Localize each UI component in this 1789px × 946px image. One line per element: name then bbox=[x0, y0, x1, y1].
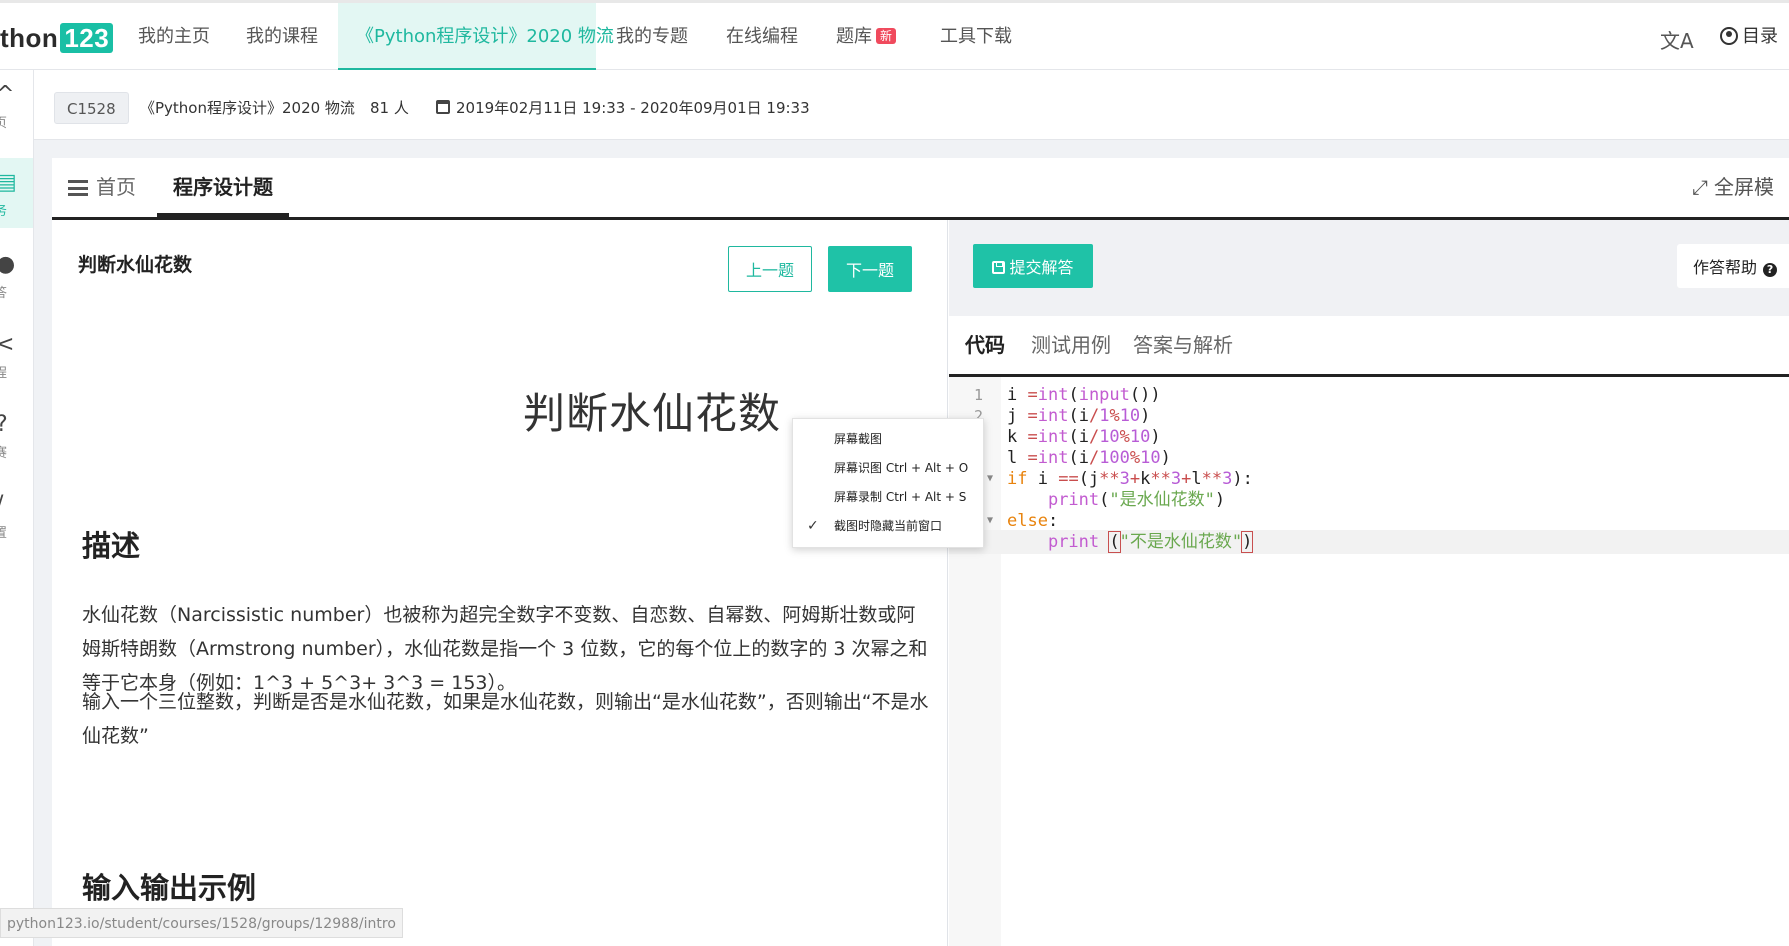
sidebar-item-qa[interactable]: ●答 bbox=[0, 240, 33, 310]
description-paragraph-2: 输入一个三位整数，判断是否是水仙花数，如果是水仙花数，则输出“是水仙花数”，否则… bbox=[82, 691, 929, 747]
sidebar-item-course[interactable]: <程 bbox=[0, 320, 33, 390]
nav-current-course[interactable]: 《Python程序设计》2020 物流 bbox=[338, 3, 614, 70]
tab-programming[interactable]: 程序设计题 bbox=[157, 158, 289, 217]
sidebar-label: 赛 bbox=[0, 442, 7, 461]
calendar-icon bbox=[436, 100, 450, 114]
code-text: print ("不是水仙花数") bbox=[1047, 531, 1254, 553]
tab-test-cases[interactable]: 测试用例 bbox=[1015, 316, 1127, 374]
list-icon bbox=[68, 180, 88, 196]
check-icon: ✓ bbox=[807, 518, 819, 534]
nav-tool-download[interactable]: 工具下载 bbox=[922, 3, 1030, 70]
prev-question-button[interactable]: 上一题 bbox=[728, 246, 812, 292]
sidebar-label: 置 bbox=[0, 522, 7, 541]
code-editor[interactable]: 1i =int(input()) 2j =int(i/1%10) 3k =int… bbox=[949, 377, 1789, 946]
fullscreen-label: 全屏模 bbox=[1714, 175, 1774, 199]
question-panel: 判断水仙花数 上一题 下一题 判断水仙花数 描述 水仙花数（Narcissist… bbox=[52, 220, 948, 946]
code-tabs: 代码 测试用例 答案与解析 bbox=[949, 316, 1789, 377]
main-card: 首页 程序设计题 ⤢ 全屏模 判断水仙花数 上一题 下一题 判断水仙花数 描述 水… bbox=[52, 158, 1789, 946]
io-example-heading: 输入输出示例 bbox=[82, 871, 257, 905]
course-name: 《Python程序设计》2020 物流 bbox=[140, 99, 355, 117]
ctx-hide-window[interactable]: ✓ 截图时隐藏当前窗口 bbox=[793, 512, 985, 540]
question-title: 判断水仙花数 bbox=[78, 254, 193, 276]
submit-answer-button[interactable]: 提交解答 bbox=[973, 244, 1093, 288]
logo-text: thon bbox=[0, 23, 59, 53]
course-member-count: 81 人 bbox=[370, 99, 409, 117]
course-period-text: 2019年02月11日 19:33 - 2020年09月01日 19:33 bbox=[456, 99, 810, 117]
course-period: 2019年02月11日 19:33 - 2020年09月01日 19:33 bbox=[436, 92, 810, 124]
ctx-hide-window-label: 截图时隐藏当前窗口 bbox=[834, 519, 943, 533]
sidebar-glyph: / bbox=[0, 492, 3, 517]
tab-answer-analysis[interactable]: 答案与解析 bbox=[1117, 316, 1249, 374]
sidebar-label: 程 bbox=[0, 362, 7, 381]
code-panel: 提交解答 作答帮助? 代码 测试用例 答案与解析 1i =int(input()… bbox=[949, 220, 1789, 946]
logo-badge: 123 bbox=[60, 23, 114, 53]
sidebar-glyph: ▤ bbox=[0, 170, 17, 195]
course-code-badge: C1528 bbox=[54, 92, 129, 124]
nav-my-topics[interactable]: 我的专题 bbox=[598, 3, 706, 70]
sidebar-label: 务 bbox=[0, 200, 7, 219]
user-icon bbox=[1720, 27, 1738, 45]
question-circle-icon: ? bbox=[1763, 263, 1778, 277]
left-sidebar: ^页 ▤务 ●答 <程 ?赛 /置 bbox=[0, 70, 34, 946]
nav-my-courses[interactable]: 我的课程 bbox=[228, 3, 336, 70]
sidebar-item-tasks[interactable]: ▤务 bbox=[0, 158, 33, 228]
nav-question-bank[interactable]: 题库新 bbox=[818, 3, 914, 70]
sidebar-item-home[interactable]: ^页 bbox=[0, 70, 33, 140]
sidebar-glyph: ● bbox=[0, 252, 15, 277]
user-label: 目录 bbox=[1742, 26, 1778, 47]
submit-label: 提交解答 bbox=[1009, 258, 1074, 277]
ctx-screenshot[interactable]: 屏幕截图 bbox=[793, 425, 985, 453]
tab-home[interactable]: 首页 bbox=[52, 158, 152, 217]
sidebar-label: 答 bbox=[0, 282, 7, 301]
nav-question-bank-label: 题库 bbox=[836, 26, 872, 47]
help-label: 作答帮助 bbox=[1693, 258, 1758, 277]
sidebar-glyph: < bbox=[0, 332, 14, 357]
sidebar-item-settings[interactable]: /置 bbox=[0, 480, 33, 550]
translate-icon[interactable]: 文A bbox=[1660, 25, 1694, 54]
status-url: python123.io/student/courses/1528/groups… bbox=[0, 908, 403, 938]
code-line-current: 8 print ("不是水仙花数") bbox=[949, 530, 1789, 554]
course-info-bar: C1528 《Python程序设计》2020 物流 81 人 2019年02月1… bbox=[34, 70, 1789, 140]
logo[interactable]: thon 123 bbox=[0, 23, 114, 54]
tab-code[interactable]: 代码 bbox=[949, 316, 1021, 374]
ctx-screen-record[interactable]: 屏幕录制 Ctrl + Alt + S bbox=[793, 483, 985, 511]
new-badge: 新 bbox=[876, 28, 897, 44]
sidebar-item-contest[interactable]: ?赛 bbox=[0, 400, 33, 470]
tab-home-label: 首页 bbox=[96, 175, 136, 199]
content-tabs: 首页 程序设计题 ⤢ 全屏模 bbox=[52, 158, 1789, 220]
sidebar-glyph: ? bbox=[0, 412, 8, 437]
description-heading: 描述 bbox=[82, 529, 141, 563]
sidebar-glyph: ^ bbox=[0, 82, 14, 107]
nav-online-coding[interactable]: 在线编程 bbox=[708, 3, 816, 70]
user-menu[interactable]: 目录 bbox=[1720, 3, 1778, 70]
top-navbar: thon 123 我的主页 我的课程 《Python程序设计》2020 物流 我的… bbox=[0, 0, 1789, 70]
save-icon bbox=[992, 261, 1006, 274]
ctx-screen-recognize[interactable]: 屏幕识图 Ctrl + Alt + O bbox=[793, 454, 985, 482]
expand-icon: ⤢ bbox=[1692, 175, 1708, 199]
code-toolbar: 提交解答 作答帮助? bbox=[949, 220, 1789, 316]
next-question-button[interactable]: 下一题 bbox=[828, 246, 912, 292]
answer-help-button[interactable]: 作答帮助? bbox=[1677, 244, 1789, 288]
sidebar-label: 页 bbox=[0, 112, 7, 131]
nav-my-home[interactable]: 我的主页 bbox=[120, 3, 228, 70]
fullscreen-button[interactable]: ⤢ 全屏模 bbox=[1692, 158, 1774, 217]
context-menu: 屏幕截图 屏幕识图 Ctrl + Alt + O 屏幕录制 Ctrl + Alt… bbox=[792, 418, 984, 548]
